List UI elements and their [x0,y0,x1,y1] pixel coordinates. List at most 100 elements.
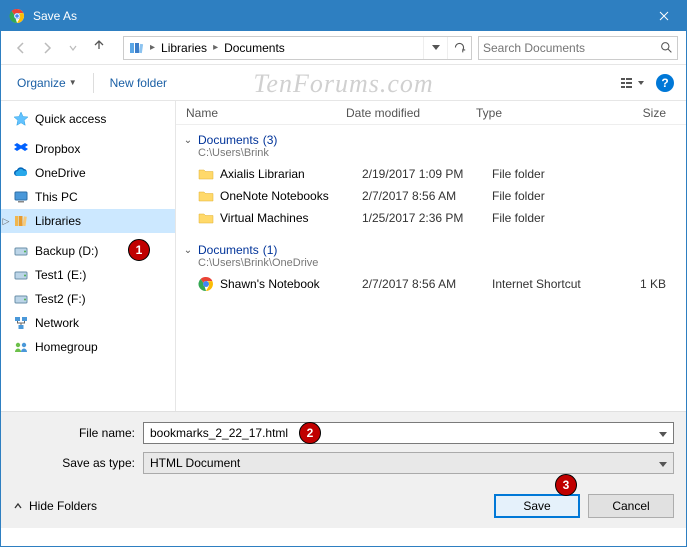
drive-icon [13,243,29,259]
sidebar: Quick access Dropbox OneDrive This PC ▷ Libra… [1,101,176,411]
chrome-icon [198,276,214,292]
folder-icon [198,188,214,204]
item-type: File folder [492,189,612,203]
forward-button[interactable] [35,36,59,60]
group-title: Documents [198,243,259,257]
item-name: Virtual Machines [220,211,362,225]
list-header: Name Date modified Type Size [176,101,686,125]
item-date: 2/19/2017 1:09 PM [362,167,492,181]
list-item[interactable]: Axialis Librarian2/19/2017 1:09 PMFile f… [176,163,686,185]
close-button[interactable] [641,1,686,31]
savetype-label: Save as type: [13,456,143,470]
dropbox-icon [13,141,29,157]
column-name[interactable]: Name [176,106,346,120]
recent-dropdown[interactable] [61,36,85,60]
search-input[interactable] [483,41,660,55]
sidebar-item-network[interactable]: Network [1,311,175,335]
sidebar-item-test1-e-[interactable]: Test1 (E:) [1,263,175,287]
group-count: (3) [263,133,278,147]
refresh-button[interactable] [447,37,471,59]
help-button[interactable]: ? [656,74,674,92]
callout-2: 2 [299,422,321,444]
drive-icon [13,267,29,283]
sidebar-item-label: Dropbox [35,142,80,156]
window-title: Save As [33,9,641,23]
item-size: 1 KB [612,277,686,291]
group-header[interactable]: ⌄ Documents (1) [176,239,686,257]
sidebar-item-quick-access[interactable]: Quick access [1,107,175,131]
list-item[interactable]: Virtual Machines1/25/2017 2:36 PMFile fo… [176,207,686,229]
group-path: C:\Users\Brink [176,147,686,159]
organize-button[interactable]: Organize ▼ [13,72,81,94]
group-title: Documents [198,133,259,147]
libraries-icon [128,40,144,56]
chrome-icon [9,8,25,24]
expand-icon[interactable]: ▷ [1,216,11,227]
footer: File name: Save as type: HTML Document H… [1,411,686,528]
thispc-icon [13,189,29,205]
sidebar-item-label: Network [35,316,79,330]
sidebar-item-test2-f-[interactable]: Test2 (F:) [1,287,175,311]
list-item[interactable]: OneNote Notebooks2/7/2017 8:56 AMFile fo… [176,185,686,207]
sidebar-item-label: Backup (D:) [35,244,98,258]
item-date: 1/25/2017 2:36 PM [362,211,492,225]
file-list-pane: Name Date modified Type Size ⌄ Documents … [176,101,686,411]
up-button[interactable] [91,37,113,59]
item-name: Shawn's Notebook [220,277,362,291]
filename-field-wrap [143,422,674,444]
sidebar-item-label: Homegroup [35,340,98,354]
sidebar-item-libraries[interactable]: ▷ Libraries [1,209,175,233]
chevron-down-icon: ⌄ [182,245,194,256]
search-box[interactable] [478,36,678,60]
sidebar-item-label: Libraries [35,214,81,228]
back-button[interactable] [9,36,33,60]
sidebar-item-label: OneDrive [35,166,86,180]
chevron-right-icon[interactable]: ▸ [148,42,157,53]
onedrive-icon [13,165,29,181]
new-folder-button[interactable]: New folder [106,72,171,94]
navbar: ▸ Libraries ▸ Documents [1,31,686,65]
list-item[interactable]: Shawn's Notebook2/7/2017 8:56 AMInternet… [176,273,686,295]
save-button[interactable]: Save [494,494,580,518]
group-header[interactable]: ⌄ Documents (3) [176,129,686,147]
column-type[interactable]: Type [476,106,596,120]
column-size[interactable]: Size [596,106,686,120]
group-count: (1) [263,243,278,257]
sidebar-item-homegroup[interactable]: Homegroup [1,335,175,359]
column-date[interactable]: Date modified [346,106,476,120]
homegroup-icon [13,339,29,355]
item-date: 2/7/2017 8:56 AM [362,277,492,291]
item-name: Axialis Librarian [220,167,362,181]
group-path: C:\Users\Brink\OneDrive [176,257,686,269]
breadcrumb-root[interactable]: Libraries [157,41,211,55]
sidebar-item-label: Quick access [35,112,106,126]
sidebar-item-label: Test1 (E:) [35,268,86,282]
filename-dropdown[interactable] [659,426,667,440]
chevron-right-icon[interactable]: ▸ [211,42,220,53]
folder-icon [198,166,214,182]
chevron-down-icon: ⌄ [182,135,194,146]
callout-1: 1 [128,239,150,261]
sidebar-item-this-pc[interactable]: This PC [1,185,175,209]
libraries-icon [13,213,29,229]
item-type: File folder [492,167,612,181]
callout-3: 3 [555,474,577,496]
chevron-up-icon [13,501,23,511]
item-date: 2/7/2017 8:56 AM [362,189,492,203]
item-type: File folder [492,211,612,225]
titlebar: Save As [1,1,686,31]
address-dropdown[interactable] [423,37,447,59]
address-bar[interactable]: ▸ Libraries ▸ Documents [123,36,472,60]
filename-input[interactable] [150,426,659,440]
item-name: OneNote Notebooks [220,189,362,203]
cancel-button[interactable]: Cancel [588,494,674,518]
hide-folders-button[interactable]: Hide Folders [13,499,97,513]
star-icon [13,111,29,127]
sidebar-item-dropbox[interactable]: Dropbox [1,137,175,161]
savetype-combo[interactable]: HTML Document [143,452,674,474]
view-options-button[interactable] [618,73,648,93]
sidebar-item-onedrive[interactable]: OneDrive [1,161,175,185]
savetype-dropdown-icon [659,456,667,470]
folder-icon [198,210,214,226]
breadcrumb-current[interactable]: Documents [220,41,289,55]
